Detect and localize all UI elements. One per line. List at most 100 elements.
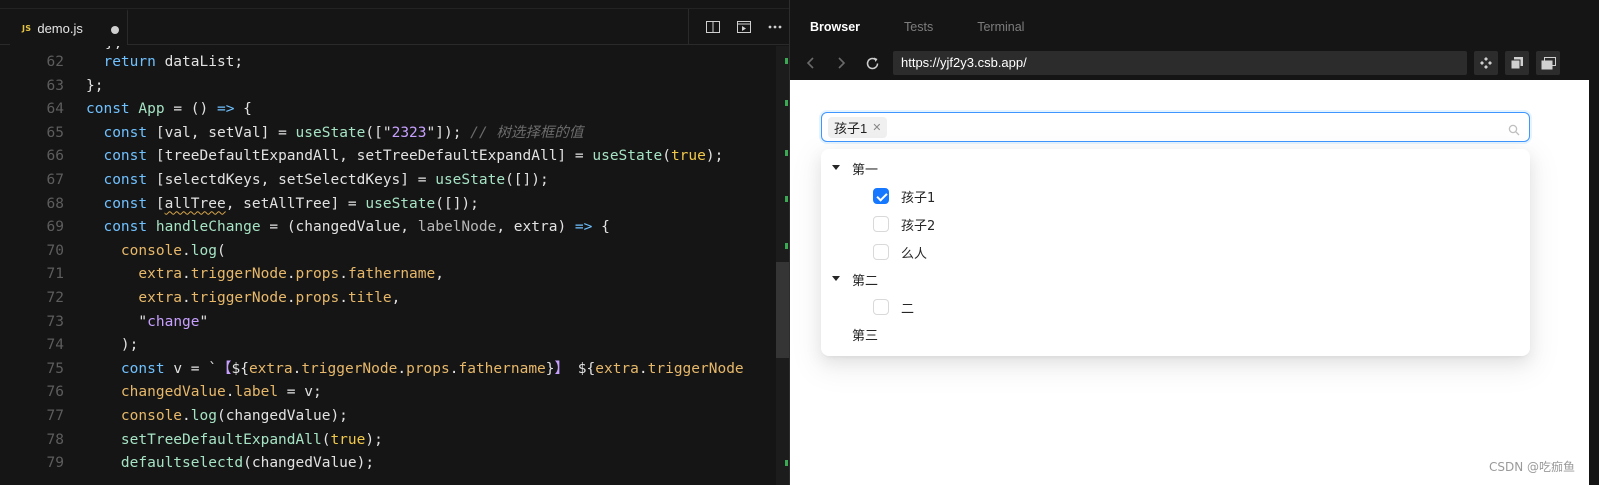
code-token: extra: [138, 290, 183, 306]
back-icon[interactable]: [802, 54, 820, 72]
devtools-icon[interactable]: [1474, 51, 1498, 75]
code-line: 68 const [allTree, setAllTree] = useStat…: [0, 193, 785, 217]
code-line: 63};: [0, 75, 785, 99]
code-line: 67 const [selectdKeys, setSelectdKeys] =…: [0, 169, 785, 193]
code-text: extra.triggerNode.props.title,: [86, 287, 400, 311]
code-token: {: [592, 219, 610, 236]
code-line: 78 setTreeDefaultExpandAll(true);: [0, 429, 785, 453]
tree-dropdown: 第一 孩子1 孩子2 么人 第二 二 第三: [821, 149, 1530, 356]
code-token: // 树选择框的值: [470, 124, 584, 141]
tree-node-parent[interactable]: 第三: [852, 321, 878, 347]
code-token: fathername: [347, 266, 436, 283]
code-area[interactable]: }; 62 return dataList;63};64const App = …: [0, 46, 785, 485]
tree-node-child[interactable]: 么人: [873, 239, 927, 265]
code-text: defaultselectd(changedValue);: [86, 452, 374, 476]
copy-icon[interactable]: [1505, 51, 1529, 75]
code-line: 70 console.log(: [0, 240, 785, 264]
code-token: .: [286, 290, 296, 306]
tree-node-child[interactable]: 孩子2: [873, 211, 935, 237]
code-token: =>: [574, 219, 593, 236]
tab-browser[interactable]: Browser: [810, 20, 860, 34]
code-token: log: [190, 242, 217, 259]
code-token: const: [103, 148, 156, 165]
code-token: =>: [216, 101, 235, 118]
editor-scrollbar-thumb[interactable]: [776, 262, 790, 358]
line-number: 69: [46, 219, 64, 236]
code-token: props: [295, 266, 340, 283]
forward-icon[interactable]: [832, 54, 850, 72]
line-number: 67: [46, 172, 64, 188]
tab-tests[interactable]: Tests: [904, 20, 933, 34]
refresh-icon[interactable]: [863, 54, 881, 72]
selected-tag-label: 孩子1: [834, 121, 868, 136]
line-number: 71: [46, 266, 64, 283]
line-number: 68: [46, 195, 64, 212]
tree-node-child[interactable]: 二: [873, 294, 914, 320]
change-marker: [785, 150, 788, 156]
code-token: true: [330, 431, 366, 448]
code-token: 】: [554, 360, 578, 377]
line-number: 74: [46, 337, 64, 354]
browser-pane: Browser Tests Terminal 孩子1 ✕: [790, 0, 1599, 485]
code-text: console.log(changedValue);: [86, 405, 348, 429]
line-number: 66: [46, 148, 64, 165]
change-marker: [785, 196, 788, 202]
close-icon[interactable]: ✕: [872, 121, 881, 134]
tree-node-label: 第二: [852, 273, 879, 289]
tree-node-parent[interactable]: 第一: [831, 155, 878, 181]
code-token: 2323: [391, 124, 427, 141]
code-token: label: [234, 384, 279, 401]
code-line: 66 const [treeDefaultExpandAll, setTreeD…: [0, 145, 785, 169]
code-text: const v = `【${extra.triggerNode.props.fa…: [86, 358, 744, 382]
code-token: const: [103, 195, 156, 212]
code-token: "]);: [426, 124, 471, 141]
code-token: , setAllTree] =: [225, 195, 366, 212]
open-window-icon[interactable]: [1536, 51, 1560, 75]
code-line: 64 const App = () => {: [0, 98, 785, 122]
code-token: ([": [365, 124, 392, 141]
checkbox-checked[interactable]: [873, 188, 889, 204]
change-marker: [785, 460, 788, 466]
preview-viewport: 孩子1 ✕ 第一 孩子1 孩子2 么人 第二 二 第三 CSDN @吃痂鱼: [790, 80, 1589, 485]
code-text: const App = () => {: [86, 98, 252, 122]
more-icon[interactable]: [766, 18, 784, 36]
code-token: = v;: [278, 384, 322, 401]
code-token: const: [86, 101, 139, 118]
checkbox[interactable]: [873, 244, 889, 260]
selected-tag: 孩子1 ✕: [828, 117, 888, 138]
tree-node-parent[interactable]: 第二: [831, 266, 878, 292]
caret-down-icon[interactable]: [831, 163, 841, 173]
code-token: {: [234, 101, 252, 118]
code-token: triggerNode: [190, 266, 287, 283]
tab-demo-js[interactable]: JS demo.js: [10, 9, 128, 45]
code-line: 72 extra.triggerNode.props.title,: [0, 287, 785, 311]
code-text: const [treeDefaultExpandAll, setTreeDefa…: [86, 145, 723, 169]
code-token: const: [120, 360, 174, 377]
code-token: ;: [234, 54, 244, 70]
checkbox[interactable]: [873, 299, 889, 315]
viewport-scrollbar[interactable]: [1589, 80, 1599, 485]
tree-select-input[interactable]: 孩子1 ✕: [821, 112, 1530, 142]
split-editor-icon[interactable]: [704, 18, 722, 36]
tree-node-child[interactable]: 孩子1: [873, 183, 935, 209]
code-token: .: [182, 408, 191, 424]
url-input[interactable]: [893, 51, 1467, 75]
code-token: }: [545, 360, 555, 377]
code-line: 76 changedValue.label = v;: [0, 381, 785, 405]
code-token: .: [339, 290, 348, 306]
preview-icon[interactable]: [735, 18, 753, 36]
caret-down-icon[interactable]: [831, 274, 841, 284]
code-token: );: [705, 148, 724, 165]
line-number: 64: [46, 101, 64, 118]
code-token: const: [103, 219, 156, 236]
change-marker: [785, 58, 788, 64]
checkbox[interactable]: [873, 216, 889, 232]
tab-terminal[interactable]: Terminal: [977, 20, 1024, 34]
unsaved-dot-icon[interactable]: [111, 26, 119, 34]
code-token: ,: [435, 266, 444, 283]
